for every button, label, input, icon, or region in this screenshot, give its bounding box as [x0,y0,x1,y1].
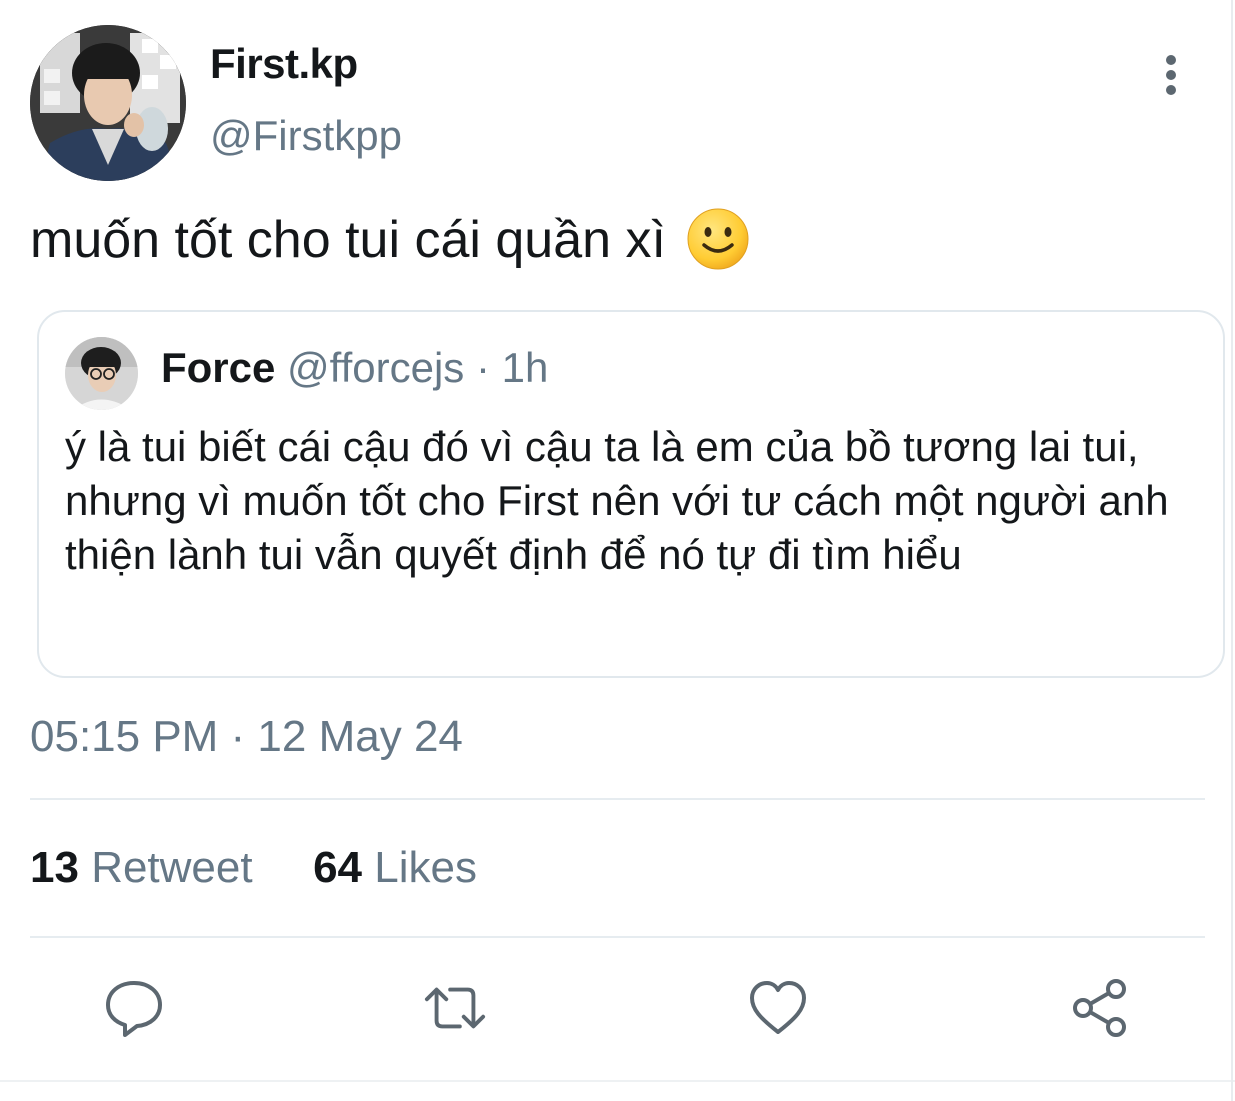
retweet-stat[interactable]: 13 Retweet [30,843,265,892]
author-avatar-image [30,25,186,181]
author-handle[interactable]: @Firstkpp [210,112,402,160]
quoted-author-avatar[interactable] [65,337,138,410]
retweet-button[interactable] [423,976,487,1040]
quoted-tweet-header: Force @fforcejs · 1h [161,344,548,392]
more-vertical-icon [1166,55,1176,95]
divider [30,936,1205,938]
slightly-smiling-face-icon [686,207,750,289]
tweet-stats: 13 Retweet 64 Likes [30,843,477,893]
reply-button[interactable] [102,976,166,1040]
more-options-button[interactable] [1150,52,1192,98]
heart-icon [750,981,806,1034]
share-icon [1073,979,1126,1037]
share-button[interactable] [1068,976,1132,1040]
reply-icon [106,981,162,1037]
quoted-tweet-age: 1h [501,344,549,391]
quoted-author-handle[interactable]: @fforcejs [287,344,464,391]
quoted-separator: · [475,344,490,391]
tweet-timestamp: 05:15 PM · 12 May 24 [30,712,463,761]
bottom-divider [0,1080,1235,1082]
quoted-tweet-card[interactable]: Force @fforcejs · 1h ý là tui biết cái c… [37,310,1225,678]
divider [30,798,1205,800]
quoted-author-display-name[interactable]: Force [161,344,275,391]
likes-stat[interactable]: 64 Likes [313,843,477,892]
likes-count: 64 [313,843,363,892]
quoted-tweet-text: ý là tui biết cái cậu đó vì cậu ta là em… [65,423,1169,578]
likes-label: Likes [374,843,477,892]
right-edge-divider [1231,0,1233,1101]
tweet-text-content: muốn tốt cho tui cái quần xì [30,211,666,269]
retweet-label: Retweet [91,843,253,892]
quoted-author-avatar-image [65,337,138,410]
author-avatar[interactable] [30,25,186,181]
retweet-count: 13 [30,843,79,892]
retweet-icon [424,987,486,1029]
tweet-text: muốn tốt cho tui cái quần xì [30,205,750,289]
author-display-name[interactable]: First.kp [210,40,358,88]
like-button[interactable] [746,976,810,1040]
